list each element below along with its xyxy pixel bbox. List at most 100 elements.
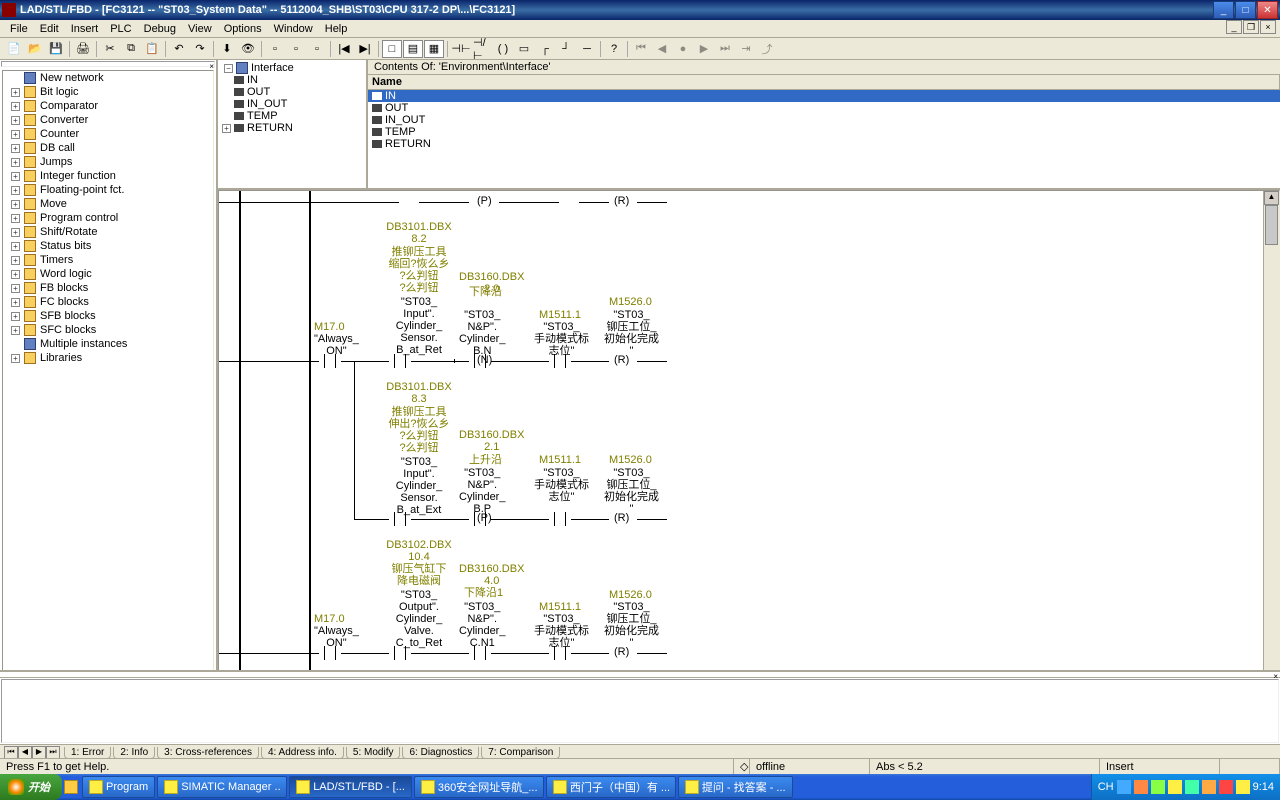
interface-list[interactable]: INOUTIN_OUTTEMPRETURN bbox=[368, 90, 1280, 188]
tray-icon[interactable] bbox=[1219, 780, 1233, 794]
view1-icon[interactable]: □ bbox=[382, 40, 402, 58]
taskbar-button[interactable]: 360安全网址导航_... bbox=[414, 776, 544, 798]
sidebar-item[interactable]: +Comparator bbox=[3, 99, 213, 113]
monitor-icon[interactable]: 👁 bbox=[238, 40, 258, 58]
tb-c[interactable]: ▫ bbox=[307, 40, 327, 58]
coil-icon[interactable]: ( ) bbox=[493, 40, 513, 58]
nav-stop-icon[interactable]: ● bbox=[673, 40, 693, 58]
expand-icon[interactable]: + bbox=[11, 172, 20, 181]
coil[interactable]: (R) bbox=[614, 646, 629, 658]
contact-no-icon[interactable]: ⊣⊢ bbox=[451, 40, 471, 58]
menu-debug[interactable]: Debug bbox=[138, 23, 182, 35]
menu-file[interactable]: File bbox=[4, 23, 34, 35]
sidebar-item[interactable]: +Libraries bbox=[3, 351, 213, 365]
sidebar-item[interactable]: +Shift/Rotate bbox=[3, 225, 213, 239]
expand-icon[interactable]: + bbox=[11, 354, 20, 363]
sidebar-item[interactable]: +Jumps bbox=[3, 155, 213, 169]
output-tab[interactable]: 7: Comparison bbox=[481, 747, 560, 759]
interface-item[interactable]: IN bbox=[368, 90, 1280, 102]
tray-icon[interactable] bbox=[1134, 780, 1148, 794]
nav-prev-icon[interactable]: ◀ bbox=[652, 40, 672, 58]
expand-icon[interactable]: + bbox=[11, 102, 20, 111]
tray-icon[interactable] bbox=[1185, 780, 1199, 794]
paste-icon[interactable]: 📋 bbox=[142, 40, 162, 58]
output-tab[interactable]: 1: Error bbox=[64, 747, 111, 759]
expand-icon[interactable]: + bbox=[11, 270, 20, 279]
sidebar-item[interactable]: +Move bbox=[3, 197, 213, 211]
box-icon[interactable]: ▭ bbox=[514, 40, 534, 58]
sidebar-item[interactable]: +Bit logic bbox=[3, 85, 213, 99]
output-tab[interactable]: 5: Modify bbox=[346, 747, 401, 759]
output-close-icon[interactable]: × bbox=[1273, 672, 1278, 677]
interface-tree[interactable]: −Interface INOUTIN_OUTTEMP+RETURN bbox=[218, 60, 368, 188]
sidebar-item[interactable]: +DB call bbox=[3, 141, 213, 155]
nav-y-icon[interactable]: ⤴ bbox=[757, 40, 777, 58]
expand-icon[interactable]: + bbox=[11, 242, 20, 251]
expand-icon[interactable]: + bbox=[11, 130, 20, 139]
sidebar-item[interactable]: +Timers bbox=[3, 253, 213, 267]
interface-tree-item[interactable]: IN bbox=[220, 74, 364, 86]
goto-prev-icon[interactable]: |◀ bbox=[334, 40, 354, 58]
scroll-thumb[interactable] bbox=[1265, 205, 1278, 245]
expand-icon[interactable]: + bbox=[11, 312, 20, 321]
maximize-button[interactable]: □ bbox=[1235, 1, 1256, 19]
close-button[interactable]: ✕ bbox=[1257, 1, 1278, 19]
output-tab[interactable]: 2: Info bbox=[113, 747, 155, 759]
copy-icon[interactable]: ⧉ bbox=[121, 40, 141, 58]
doc-close[interactable]: × bbox=[1260, 20, 1276, 34]
interface-item[interactable]: OUT bbox=[368, 102, 1280, 114]
output-tab[interactable]: 3: Cross-references bbox=[157, 747, 259, 759]
nav-last-icon[interactable]: ⏭ bbox=[715, 40, 735, 58]
output-content[interactable] bbox=[1, 679, 1279, 743]
sidebar-item[interactable]: +SFC blocks bbox=[3, 323, 213, 337]
taskbar-button[interactable]: 提问 - 找答案 - ... bbox=[678, 776, 793, 798]
expand-icon[interactable]: + bbox=[11, 200, 20, 209]
quicklaunch-icon[interactable] bbox=[64, 780, 78, 794]
sidebar-item[interactable]: +Floating-point fct. bbox=[3, 183, 213, 197]
scroll-up-icon[interactable]: ▲ bbox=[1264, 191, 1279, 205]
doc-restore[interactable]: ❐ bbox=[1243, 20, 1259, 34]
branch-close-icon[interactable]: ┘ bbox=[556, 40, 576, 58]
expand-icon[interactable]: + bbox=[11, 256, 20, 265]
lang-indicator[interactable]: CH bbox=[1098, 781, 1114, 793]
new-icon[interactable]: 📄 bbox=[4, 40, 24, 58]
menu-help[interactable]: Help bbox=[319, 23, 354, 35]
sidebar-item[interactable]: +Status bits bbox=[3, 239, 213, 253]
sidebar-item[interactable]: +Converter bbox=[3, 113, 213, 127]
coil[interactable]: (R) bbox=[614, 512, 629, 524]
tray-icon[interactable] bbox=[1117, 780, 1131, 794]
goto-next-icon[interactable]: ▶| bbox=[355, 40, 375, 58]
coil[interactable]: (P) bbox=[477, 195, 492, 207]
expand-icon[interactable]: + bbox=[11, 284, 20, 293]
taskbar-button[interactable]: Program bbox=[82, 776, 155, 798]
sidebar-item[interactable]: +Counter bbox=[3, 127, 213, 141]
nav-x-icon[interactable]: ⇥ bbox=[736, 40, 756, 58]
save-icon[interactable]: 💾 bbox=[46, 40, 66, 58]
coil[interactable]: (R) bbox=[614, 354, 629, 366]
undo-icon[interactable]: ↶ bbox=[169, 40, 189, 58]
tb-b[interactable]: ▫ bbox=[286, 40, 306, 58]
collapse-icon[interactable]: − bbox=[224, 64, 233, 73]
expand-icon[interactable]: + bbox=[11, 186, 20, 195]
interface-tree-item[interactable]: +RETURN bbox=[220, 122, 364, 134]
clock[interactable]: 9:14 bbox=[1253, 781, 1274, 793]
expand-icon[interactable]: + bbox=[11, 214, 20, 223]
help-cursor-icon[interactable]: ? bbox=[604, 40, 624, 58]
interface-item[interactable]: RETURN bbox=[368, 138, 1280, 150]
start-button[interactable]: 开始 bbox=[0, 774, 62, 800]
expand-icon[interactable]: + bbox=[11, 228, 20, 237]
expand-icon[interactable]: + bbox=[11, 298, 20, 307]
coil[interactable]: (P) bbox=[477, 512, 492, 524]
sidebar-item[interactable]: +Program control bbox=[3, 211, 213, 225]
conn-icon[interactable]: ─ bbox=[577, 40, 597, 58]
output-tab[interactable]: 4: Address info. bbox=[261, 747, 344, 759]
minimize-button[interactable]: _ bbox=[1213, 1, 1234, 19]
taskbar-button[interactable]: LAD/STL/FBD - [... bbox=[289, 776, 412, 798]
tray-icon[interactable] bbox=[1151, 780, 1165, 794]
menu-edit[interactable]: Edit bbox=[34, 23, 65, 35]
taskbar-button[interactable]: 西门子（中国）有 ... bbox=[546, 776, 676, 798]
expand-icon[interactable]: + bbox=[11, 326, 20, 335]
redo-icon[interactable]: ↷ bbox=[190, 40, 210, 58]
download-icon[interactable]: ⬇ bbox=[217, 40, 237, 58]
interface-item[interactable]: TEMP bbox=[368, 126, 1280, 138]
